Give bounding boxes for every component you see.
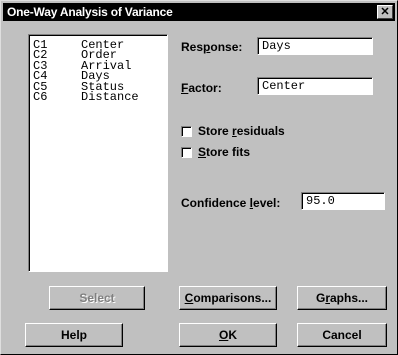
columns-listbox[interactable]: C1 Center C2 Order C3 Arrival C4 Days C5 Status C6… <box>28 34 168 272</box>
comparisons-button[interactable]: Comparisons... <box>179 286 277 310</box>
store-residuals-checkbox[interactable] <box>181 126 192 137</box>
store-fits-label: Store fits <box>198 145 251 159</box>
store-fits-checkbox[interactable] <box>181 147 192 158</box>
window-title: One-Way Analysis of Variance <box>7 5 173 19</box>
confidence-level-input[interactable]: 95.0 <box>301 192 385 210</box>
store-residuals-label: Store residuals <box>198 124 285 138</box>
cancel-button[interactable]: Cancel <box>297 323 387 347</box>
select-button[interactable]: Select <box>49 286 145 310</box>
column-name: Distance <box>81 89 139 104</box>
factor-label: Factor: <box>181 81 222 95</box>
column-id: C6 <box>33 89 48 104</box>
response-input[interactable]: Days <box>257 37 373 55</box>
list-item[interactable]: C6 Distance <box>33 89 167 104</box>
graphs-button[interactable]: Graphs... <box>297 286 387 310</box>
confidence-level-label: Confidence level: <box>181 196 281 210</box>
one-way-anova-dialog: One-Way Analysis of Variance ✕ C1 Center C… <box>0 0 398 355</box>
close-icon[interactable]: ✕ <box>377 5 393 19</box>
help-button[interactable]: Help <box>25 323 123 347</box>
ok-button[interactable]: OK <box>179 323 277 347</box>
factor-input[interactable]: Center <box>257 77 373 95</box>
response-label: Response: <box>181 40 243 54</box>
title-bar: One-Way Analysis of Variance ✕ <box>3 3 395 21</box>
